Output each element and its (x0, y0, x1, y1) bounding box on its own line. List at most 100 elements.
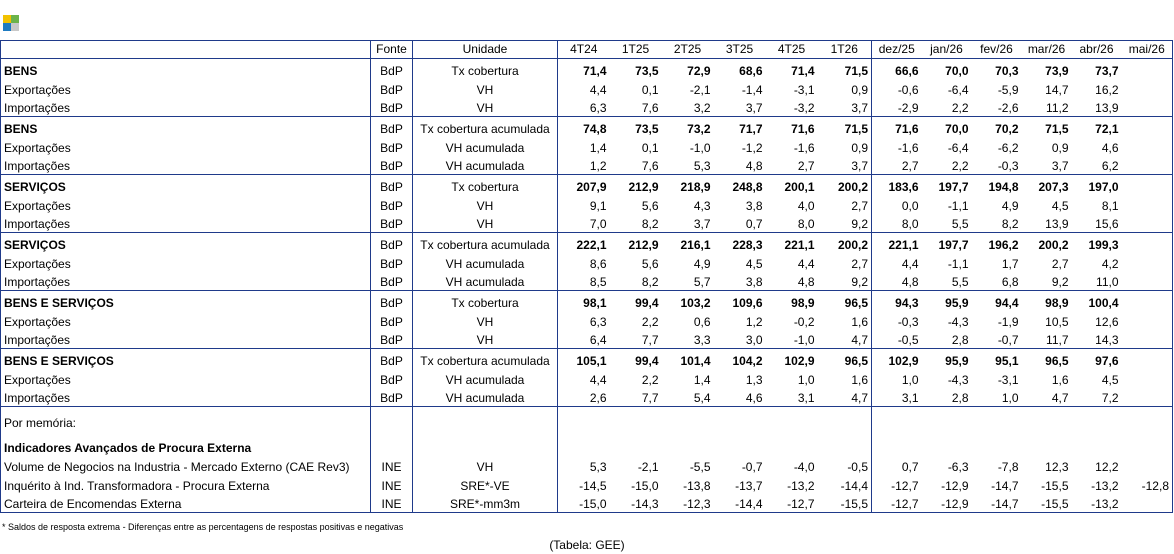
table-row: Volume de Negocios na Industria - Mercad… (0, 456, 1173, 475)
value-cell (1022, 407, 1072, 432)
value-cell: 5,7 (661, 271, 714, 292)
value-cell: -4,3 (947, 314, 969, 329)
source-cell: BdP (370, 174, 413, 196)
value-cell: 7,6 (609, 97, 662, 118)
value-cell (1072, 407, 1122, 432)
value-cell: -1,0 (765, 329, 818, 350)
source-cell: BdP (370, 348, 413, 370)
table-row: BENS E SERVIÇOS BdP Tx cobertura acumulada… (0, 348, 1173, 370)
source-cell: INE (370, 456, 413, 475)
value-cell (1121, 213, 1173, 234)
row-label: Exportações (0, 311, 371, 330)
value-cell: 71,5 (817, 58, 872, 80)
table-row: Exportações BdP VH acumulada 4,4 2,2 1,4 1,3 1,… (0, 369, 1173, 389)
row-label: Volume de Negocios na Industria - Mercad… (0, 456, 371, 475)
value-cell: -12,8 (1141, 478, 1169, 493)
row-label: Importações (0, 155, 371, 176)
value-cell (1122, 431, 1173, 456)
row-label: Indicadores Avançados de Procura Externa (0, 431, 371, 457)
source-cell: BdP (370, 232, 413, 254)
value-cell: 0,7 (713, 213, 766, 234)
value-cell: 0,1 (641, 82, 659, 97)
value-cell (1121, 155, 1173, 176)
value-cell: 228,3 (732, 238, 763, 253)
value-cell: 3,7 (817, 97, 872, 118)
value-cell: 6,3 (557, 97, 610, 118)
value-cell: 5,5 (921, 271, 972, 292)
value-cell: -3,2 (765, 97, 818, 118)
value-cell: 4,5 (745, 256, 763, 271)
value-cell: 1,6 (817, 369, 872, 389)
value-cell: -0,3 (897, 314, 919, 329)
value-cell: -13,2 (1091, 478, 1119, 493)
value-cell: 2,7 (817, 253, 872, 272)
value-cell: 96,5 (817, 348, 872, 370)
table-row: Importações BdP VH acumulada 8,5 8,2 5,7 3,8 4,… (0, 271, 1173, 292)
header-cell: Fonte (370, 40, 413, 59)
header-cell: jan/26 (921, 40, 972, 59)
value-cell (1072, 431, 1122, 456)
source-cell: BdP (370, 329, 413, 350)
unit-cell: VH (412, 329, 558, 350)
source-cell: BdP (370, 97, 413, 118)
value-cell: 221,1 (784, 238, 815, 253)
value-cell: 3,1 (871, 388, 922, 408)
value-cell: -13,8 (683, 478, 711, 493)
value-cell: 8,6 (589, 256, 607, 271)
value-cell: -12,7 (891, 497, 919, 511)
value-cell: 97,6 (1095, 354, 1119, 369)
value-cell: 73,5 (635, 64, 659, 79)
source-cell: BdP (370, 388, 413, 408)
table-row: Por memória: (0, 406, 1173, 432)
value-cell: 71,4 (583, 64, 607, 79)
value-cell: -12,9 (941, 497, 969, 511)
table-header-row: Fonte Unidade 4T24 1T25 2T25 3T25 4T25 1T26 dez/… (0, 40, 1173, 59)
value-cell: 104,2 (732, 354, 763, 369)
unit-cell: Tx cobertura (412, 174, 558, 196)
value-cell: -6,4 (947, 140, 969, 155)
table-row: Exportações BdP VH 6,3 2,2 0,6 1,2 -0,2 1,6 -0,3 -… (0, 311, 1173, 330)
source-cell: BdP (370, 195, 413, 214)
value-cell: 102,9 (784, 354, 815, 369)
value-cell: 2,2 (921, 155, 972, 176)
unit-cell: VH acumulada (412, 137, 558, 156)
value-cell (1121, 97, 1173, 118)
row-label: Importações (0, 97, 371, 118)
unit-cell: Tx cobertura acumulada (412, 232, 558, 254)
value-cell: -15,0 (631, 478, 659, 493)
value-cell: 5,6 (641, 256, 659, 271)
value-cell: 4,4 (797, 256, 815, 271)
value-cell: 7,2 (1071, 388, 1122, 408)
value-cell (1122, 175, 1173, 196)
value-cell: -15,5 (817, 493, 872, 513)
value-cell: 68,6 (739, 64, 763, 79)
table-row: BENS E SERVIÇOS BdP Tx cobertura 98,1 99,4 10… (0, 290, 1173, 312)
unit-cell: VH acumulada (412, 369, 558, 389)
value-cell: 72,1 (1095, 122, 1119, 137)
value-cell: 8,2 (609, 271, 662, 292)
value-cell (1122, 233, 1173, 254)
value-cell: -14,7 (991, 497, 1019, 511)
value-cell: -0,3 (971, 155, 1022, 176)
unit-cell: VH acumulada (412, 271, 558, 292)
value-cell: 71,7 (739, 122, 763, 137)
value-cell: 11,7 (1021, 329, 1072, 350)
unit-cell: Tx cobertura (412, 290, 558, 312)
value-cell (1122, 311, 1173, 330)
value-cell (714, 407, 766, 432)
header-cell: 1T26 (817, 40, 872, 59)
foreign-trade-table: Fonte Unidade 4T24 1T25 2T25 3T25 4T25 1T26 dez/… (0, 40, 1173, 513)
table-row: Inquérito à Ind. Transformadora - Procur… (0, 474, 1173, 494)
value-cell: 71,6 (791, 122, 815, 137)
source-cell: BdP (370, 79, 413, 98)
value-cell (558, 431, 610, 456)
value-cell: -15,5 (1041, 497, 1069, 511)
source-caption: (Tabela: GEE) (549, 538, 625, 552)
value-cell: -15,0 (579, 497, 607, 511)
value-cell (1121, 271, 1173, 292)
unit-cell: VH acumulada (412, 253, 558, 272)
value-cell: 66,6 (895, 64, 919, 79)
value-cell: 99,4 (635, 296, 659, 311)
value-cell: 101,4 (680, 354, 711, 369)
value-cell: 4,8 (871, 271, 922, 292)
